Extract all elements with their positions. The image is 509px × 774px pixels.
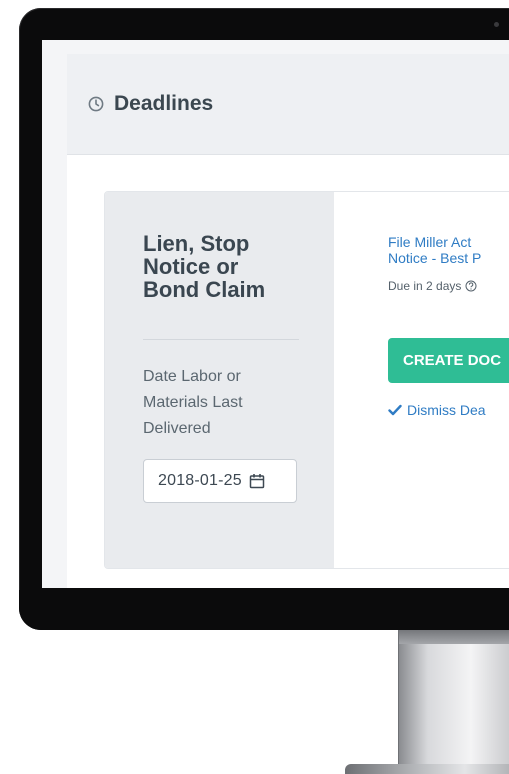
- panel-header: Deadlines: [67, 54, 509, 155]
- monitor-stand: [398, 622, 509, 772]
- deadline-task-link[interactable]: File Miller Act Notice - Best P: [388, 234, 509, 266]
- divider: [143, 339, 299, 340]
- deadlines-panel: Deadlines Lien, Stop Notice or Bond Clai…: [67, 54, 509, 588]
- screen: Deadlines Lien, Stop Notice or Bond Clai…: [42, 40, 509, 588]
- last-delivered-date-input[interactable]: 2018-01-25: [143, 459, 297, 503]
- heading-line: Bond Claim: [143, 277, 266, 302]
- due-text: Due in 2 days: [388, 279, 462, 293]
- create-document-button[interactable]: CREATE DOC: [388, 338, 509, 383]
- deadline-card: Lien, Stop Notice or Bond Claim Date Lab…: [104, 191, 509, 569]
- due-status: Due in 2 days: [388, 279, 477, 293]
- date-value: 2018-01-25: [158, 472, 242, 489]
- link-line: File Miller Act: [388, 234, 472, 250]
- page-title: Deadlines: [114, 92, 214, 115]
- deadline-card-sidebar: Lien, Stop Notice or Bond Claim Date Lab…: [105, 192, 334, 568]
- monitor-scene: Deadlines Lien, Stop Notice or Bond Clai…: [0, 0, 509, 774]
- label-line: Delivered: [143, 420, 211, 437]
- clock-icon: [88, 96, 104, 112]
- camera-dot: [494, 22, 499, 27]
- calendar-icon[interactable]: [249, 473, 265, 489]
- check-icon: [388, 404, 402, 416]
- label-line: Materials Last: [143, 394, 243, 411]
- dismiss-label: Dismiss Dea: [407, 402, 486, 418]
- label-line: Date Labor or: [143, 368, 241, 385]
- dismiss-deadline-link[interactable]: Dismiss Dea: [388, 402, 486, 418]
- deadline-card-main: File Miller Act Notice - Best P Due in 2…: [334, 192, 509, 568]
- monitor-stand-base: [345, 764, 509, 774]
- deadline-type-heading: Lien, Stop Notice or Bond Claim: [143, 232, 303, 301]
- date-field-label: Date Labor or Materials Last Delivered: [143, 364, 303, 442]
- help-icon[interactable]: [465, 280, 477, 292]
- link-line: Notice - Best P: [388, 250, 482, 266]
- heading-line: Notice or: [143, 254, 239, 279]
- monitor-chin: [19, 590, 509, 630]
- heading-line: Lien, Stop: [143, 231, 250, 256]
